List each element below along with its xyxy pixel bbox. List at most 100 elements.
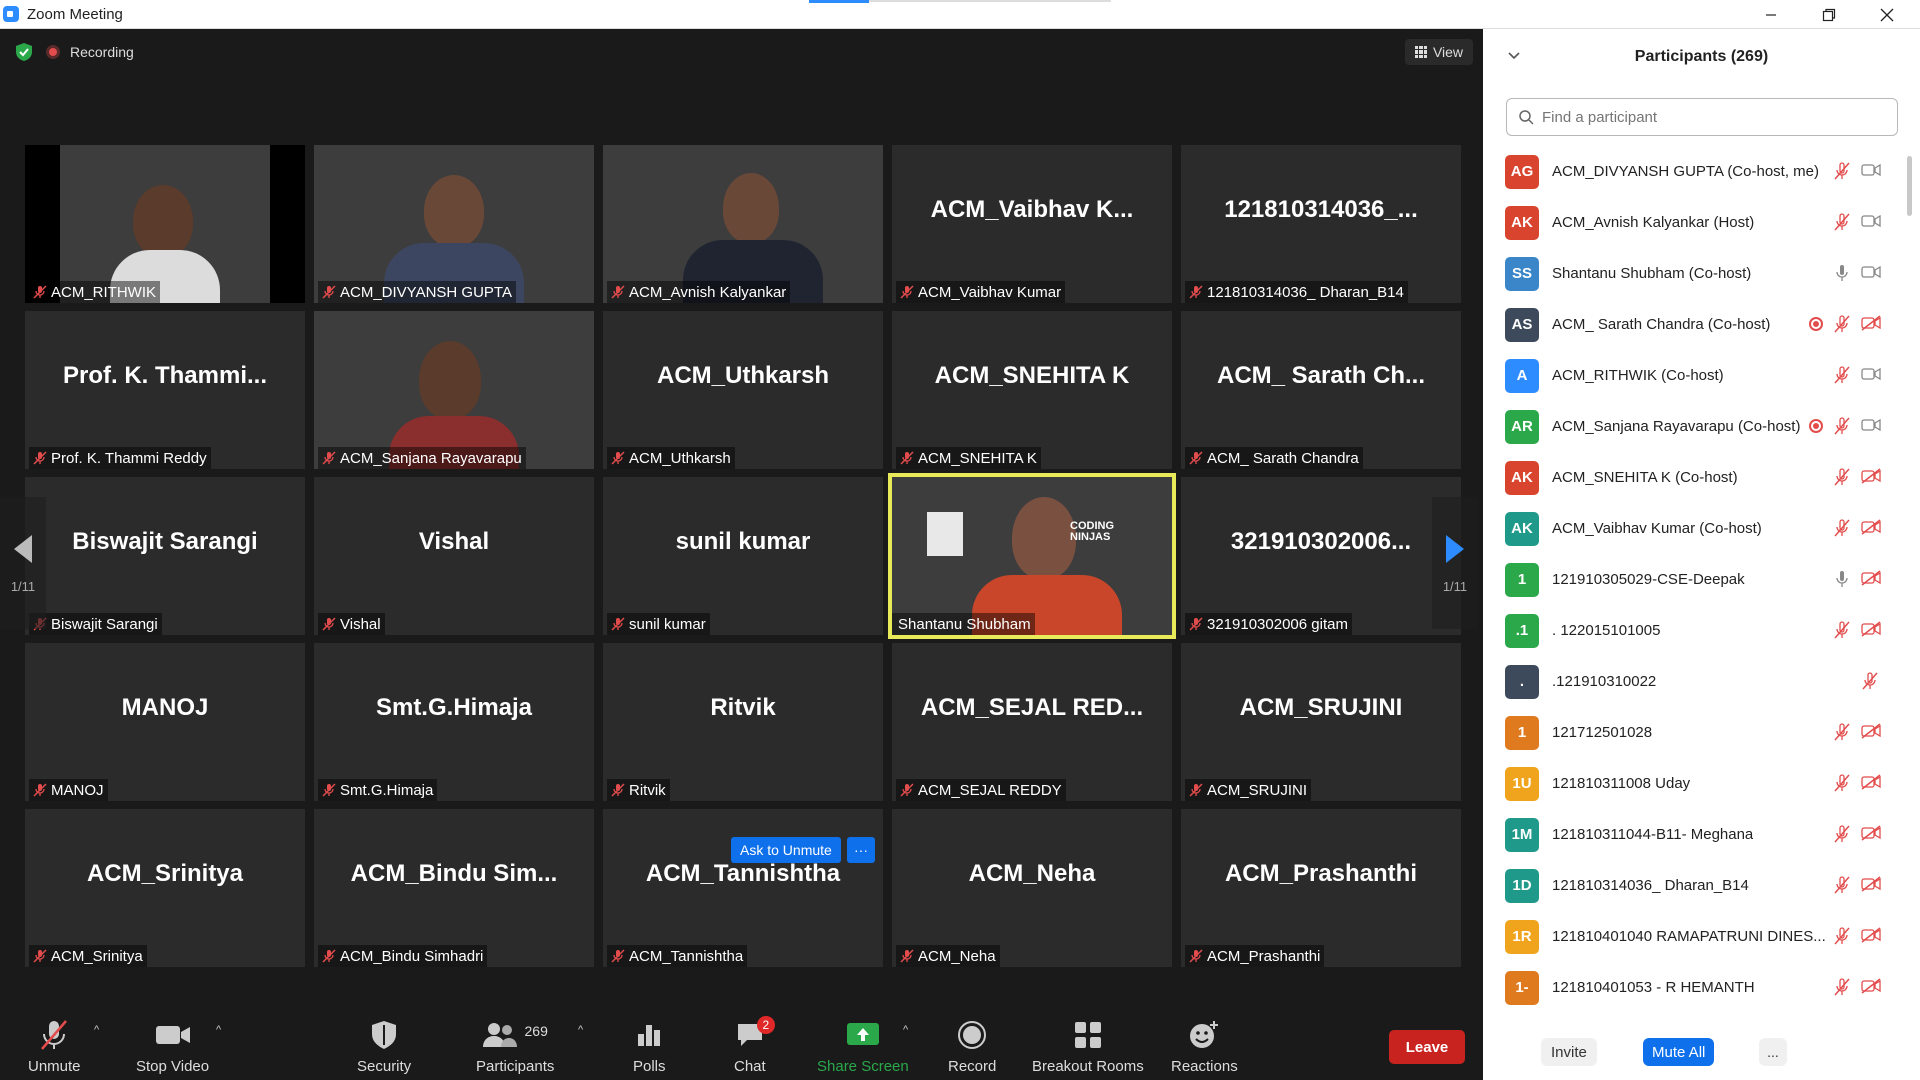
video-tile[interactable]: ACM_Bindu Sim... ACM_Bindu Simhadri — [314, 809, 594, 967]
video-tile[interactable]: Vishal Vishal — [314, 477, 594, 635]
participant-row[interactable]: 1U 121810311008 Uday — [1483, 758, 1920, 809]
mic-status[interactable] — [1833, 366, 1851, 384]
participant-name: Shantanu Shubham (Co-host) — [1552, 265, 1752, 282]
mute-all-button[interactable]: Mute All — [1643, 1038, 1715, 1066]
mic-status[interactable] — [1833, 570, 1851, 588]
recording-icon — [1809, 317, 1823, 331]
participants-options-caret[interactable]: ^ — [578, 1024, 583, 1036]
video-tile[interactable]: ACM_Uthkarsh ACM_Uthkarsh — [603, 311, 883, 469]
video-tile[interactable]: MANOJ MANOJ — [25, 643, 305, 801]
polls-button[interactable]: Polls — [633, 1018, 666, 1075]
page-indicator: 1/11 — [10, 578, 36, 594]
mic-status[interactable] — [1833, 825, 1851, 843]
close-window-button[interactable] — [1858, 0, 1916, 29]
mic-status[interactable] — [1833, 621, 1851, 639]
maximize-button[interactable] — [1800, 0, 1858, 29]
record-button[interactable]: Record — [948, 1018, 996, 1075]
participant-row[interactable]: AK ACM_Vaibhav Kumar (Co-host) — [1483, 503, 1920, 554]
mic-status[interactable] — [1833, 519, 1851, 537]
participant-row[interactable]: 1 121910305029-CSE-Deepak — [1483, 554, 1920, 605]
mic-status[interactable] — [1833, 927, 1851, 945]
invite-button[interactable]: Invite — [1541, 1038, 1597, 1066]
video-tile[interactable]: ACM_SEJAL RED... ACM_SEJAL REDDY — [892, 643, 1172, 801]
recording-indicator[interactable]: Recording — [46, 44, 134, 60]
video-tile[interactable]: 321910302006... 321910302006 gitam — [1181, 477, 1461, 635]
share-options-caret[interactable]: ^ — [903, 1024, 908, 1036]
active-speaker-tile[interactable]: CODING NINJAS Shantanu Shubham — [888, 473, 1176, 639]
muted-mic-icon — [1189, 451, 1203, 465]
participant-row[interactable]: SS Shantanu Shubham (Co-host) — [1483, 248, 1920, 299]
tile-more-options-button[interactable]: ··· — [847, 837, 875, 863]
unmute-button[interactable]: Unmute — [28, 1018, 81, 1075]
mic-status[interactable] — [1833, 213, 1851, 231]
video-tile[interactable]: ACM_RITHWIK — [25, 145, 305, 303]
video-tile[interactable]: ACM_Srinitya ACM_Srinitya — [25, 809, 305, 967]
participant-row[interactable]: 1 121712501028 — [1483, 707, 1920, 758]
mic-status[interactable] — [1861, 672, 1879, 690]
breakout-rooms-button[interactable]: Breakout Rooms — [1032, 1018, 1144, 1075]
video-tile[interactable]: ACM_Neha ACM_Neha — [892, 809, 1172, 967]
mic-status[interactable] — [1833, 264, 1851, 282]
bar-chart-icon — [638, 1025, 661, 1046]
close-icon — [1880, 8, 1894, 21]
video-tile[interactable]: ACM_Prashanthi ACM_Prashanthi — [1181, 809, 1461, 967]
participant-search-box[interactable] — [1506, 98, 1898, 136]
audio-options-caret[interactable]: ^ — [94, 1024, 99, 1036]
mic-status[interactable] — [1833, 876, 1851, 894]
chevron-right-icon — [1446, 534, 1464, 563]
participant-row[interactable]: AK ACM_SNEHITA K (Co-host) — [1483, 452, 1920, 503]
video-tile[interactable]: ACM_DIVYANSH GUPTA — [314, 145, 594, 303]
share-screen-button[interactable]: Share Screen — [817, 1018, 909, 1075]
mic-status[interactable] — [1833, 774, 1851, 792]
chat-button[interactable]: 2 Chat — [734, 1016, 775, 1075]
window-drag-indicator — [809, 0, 869, 3]
mic-status[interactable] — [1833, 723, 1851, 741]
search-input[interactable] — [1542, 108, 1872, 126]
participant-row[interactable]: . .121910310022 — [1483, 656, 1920, 707]
video-tile[interactable]: Ritvik Ritvik — [603, 643, 883, 801]
participant-row[interactable]: AK ACM_Avnish Kalyankar (Host) — [1483, 197, 1920, 248]
ask-to-unmute-button[interactable]: Ask to Unmute — [731, 837, 841, 863]
minimize-button[interactable] — [1742, 0, 1800, 29]
participant-row[interactable]: 1R 121810401040 RAMAPATRUNI DINES... — [1483, 911, 1920, 962]
video-tile[interactable]: sunil kumar sunil kumar — [603, 477, 883, 635]
participants-button[interactable]: 269 Participants — [476, 1018, 554, 1075]
leave-button[interactable]: Leave — [1389, 1030, 1465, 1064]
recording-label: Recording — [70, 44, 134, 60]
participant-row[interactable]: AS ACM_ Sarath Chandra (Co-host) — [1483, 299, 1920, 350]
reactions-button[interactable]: Reactions — [1171, 1018, 1238, 1075]
video-tile[interactable]: ACM_ Sarath Ch... ACM_ Sarath Chandra — [1181, 311, 1461, 469]
participant-row[interactable]: A ACM_RITHWIK (Co-host) — [1483, 350, 1920, 401]
mic-status[interactable] — [1833, 468, 1851, 486]
video-tile[interactable]: ACM_Sanjana Rayavarapu — [314, 311, 594, 469]
video-tile[interactable]: 121810314036_... 121810314036_ Dharan_B1… — [1181, 145, 1461, 303]
participant-row[interactable]: 1- 121810401053 - R HEMANTH — [1483, 962, 1920, 1013]
participant-row[interactable]: AG ACM_DIVYANSH GUPTA (Co-host, me) — [1483, 146, 1920, 197]
next-page-button[interactable]: 1/11 — [1432, 497, 1478, 629]
encryption-shield-icon[interactable] — [16, 43, 32, 61]
participant-list-scrollbar[interactable] — [1905, 146, 1913, 1006]
video-tile[interactable]: ACM_Tannishtha ACM_Tannishtha — [603, 809, 883, 967]
previous-page-button[interactable]: 1/11 — [0, 497, 46, 629]
video-options-caret[interactable]: ^ — [216, 1024, 221, 1036]
security-button[interactable]: Security — [357, 1018, 411, 1075]
participant-name-label: 321910302006 gitam — [1185, 613, 1352, 635]
mic-status[interactable] — [1833, 978, 1851, 996]
participant-row[interactable]: 1M 121810311044-B11- Meghana — [1483, 809, 1920, 860]
participant-row[interactable]: AR ACM_Sanjana Rayavarapu (Co-host) — [1483, 401, 1920, 452]
panel-more-button[interactable]: ... — [1759, 1038, 1787, 1066]
video-tile[interactable]: ACM_SRUJINI ACM_SRUJINI — [1181, 643, 1461, 801]
video-tile[interactable]: ACM_Vaibhav K... ACM_Vaibhav Kumar — [892, 145, 1172, 303]
video-tile[interactable]: Biswajit Sarangi Biswajit Sarangi — [25, 477, 305, 635]
view-button[interactable]: View — [1405, 39, 1473, 65]
mic-status[interactable] — [1833, 315, 1851, 333]
video-tile[interactable]: Prof. K. Thammi... Prof. K. Thammi Reddy — [25, 311, 305, 469]
stop-video-button[interactable]: Stop Video — [136, 1018, 209, 1075]
video-tile[interactable]: ACM_Avnish Kalyankar — [603, 145, 883, 303]
participant-row[interactable]: 1D 121810314036_ Dharan_B14 — [1483, 860, 1920, 911]
video-tile[interactable]: ACM_SNEHITA K ACM_SNEHITA K — [892, 311, 1172, 469]
mic-status[interactable] — [1833, 162, 1851, 180]
video-tile[interactable]: Smt.G.Himaja Smt.G.Himaja — [314, 643, 594, 801]
participant-row[interactable]: .1 . 122015101005 — [1483, 605, 1920, 656]
mic-status[interactable] — [1833, 417, 1851, 435]
